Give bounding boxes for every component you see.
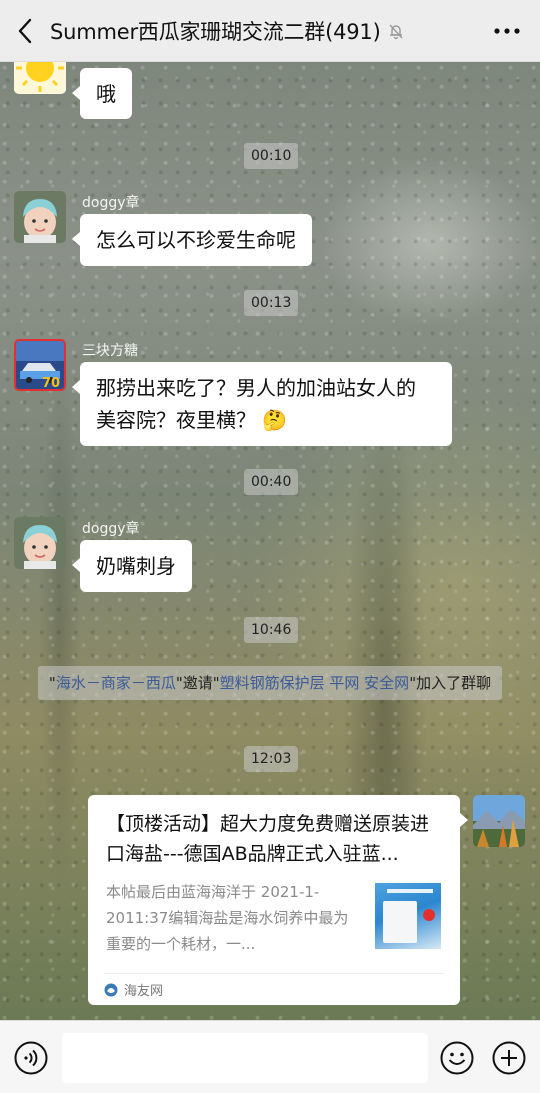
timestamp: 10:46	[244, 617, 299, 643]
card-source: 海友网	[104, 973, 444, 1005]
message-list[interactable]: 哦 00:10 doggy章 怎么可以不珍爱生命呢 00:13 70 三块方糖 …	[0, 62, 540, 1020]
chat-header: Summer西瓜家珊瑚交流二群(491)	[0, 0, 540, 62]
timestamp: 00:10	[244, 143, 299, 169]
invitee-link[interactable]: 塑料钢筋保护层 平网 安全网	[220, 674, 410, 692]
card-thumbnail	[375, 883, 441, 949]
site-logo-icon	[104, 983, 118, 996]
bell-off-icon	[387, 22, 405, 40]
message-text: 哦	[96, 82, 116, 106]
car-avatar[interactable]: 70	[14, 339, 66, 391]
more-button[interactable]	[492, 18, 522, 44]
landscape-avatar[interactable]	[473, 795, 525, 847]
input-toolbar	[0, 1020, 540, 1093]
thinking-face-emoji: 🤔	[262, 408, 288, 432]
svg-text:70: 70	[42, 376, 60, 389]
baby-avatar[interactable]	[14, 517, 66, 569]
sender-name: 三块方糖	[82, 343, 138, 359]
message-bubble[interactable]: 怎么可以不珍爱生命呢	[72, 214, 312, 266]
card-description: 本帖最后由蓝海海洋于 2021-1-2011:37编辑海盐是海水饲养中最为重要的…	[106, 883, 349, 953]
card-title: 【顶楼活动】超大力度免费赠送原装进口海盐---德国AB品牌正式入驻蓝...	[106, 813, 430, 865]
message-text: 怎么可以不珍爱生命呢	[96, 228, 296, 252]
timestamp: 00:40	[244, 469, 299, 495]
plus-circle-icon	[492, 1041, 526, 1075]
emoji-icon	[440, 1041, 474, 1075]
chevron-left-icon	[18, 18, 32, 43]
baby-avatar[interactable]	[14, 191, 66, 243]
message-text-line: 那捞出来吃了？男人的加油站女人的	[96, 376, 416, 400]
timestamp: 12:03	[244, 746, 299, 772]
inviter-link[interactable]: 海水－商家－西瓜	[56, 674, 176, 692]
voice-button[interactable]	[14, 1041, 48, 1075]
emoji-button[interactable]	[440, 1041, 474, 1075]
more-dots-icon	[494, 28, 520, 34]
message-bubble[interactable]: 那捞出来吃了？男人的加油站女人的 美容院？夜里横？ 🤔	[72, 362, 452, 446]
card-source-name: 海友网	[124, 984, 164, 999]
message-input[interactable]	[62, 1033, 428, 1083]
timestamp: 00:13	[244, 290, 299, 316]
voice-icon	[14, 1041, 48, 1075]
chat-title: Summer西瓜家珊瑚交流二群(491)	[50, 19, 381, 44]
message-text-line: 美容院？夜里横？	[96, 408, 256, 432]
link-card[interactable]: 【顶楼活动】超大力度免费赠送原装进口海盐---德国AB品牌正式入驻蓝... 本帖…	[88, 795, 468, 1005]
sender-name: doggy章	[82, 195, 140, 211]
system-notice: "海水－商家－西瓜"邀请"塑料钢筋保护层 平网 安全网"加入了群聊	[38, 666, 502, 700]
message-bubble[interactable]: 哦	[72, 68, 132, 119]
sender-name: doggy章	[82, 521, 140, 537]
back-button[interactable]	[0, 0, 50, 62]
sun-avatar[interactable]	[14, 62, 66, 94]
message-bubble[interactable]: 奶嘴刺身	[72, 540, 192, 592]
message-text: 奶嘴刺身	[96, 554, 176, 578]
more-functions-button[interactable]	[492, 1041, 526, 1075]
